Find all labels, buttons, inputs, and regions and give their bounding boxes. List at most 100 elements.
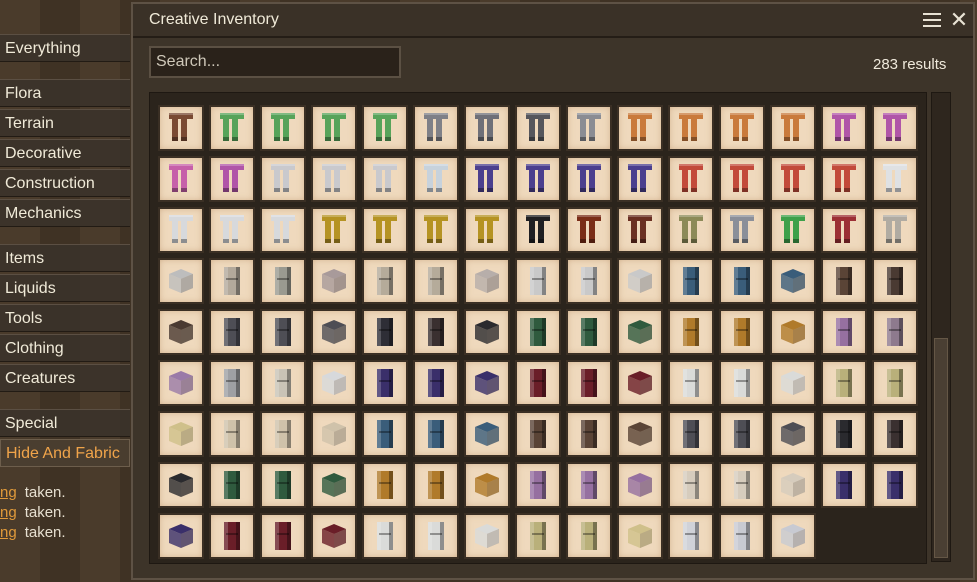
inventory-slot[interactable]: [362, 411, 408, 457]
inventory-slot[interactable]: [413, 156, 459, 202]
inventory-slot[interactable]: [158, 309, 204, 355]
inventory-slot[interactable]: [872, 309, 918, 355]
inventory-slot[interactable]: [770, 513, 816, 559]
inventory-slot[interactable]: [260, 258, 306, 304]
inventory-slot[interactable]: [668, 462, 714, 508]
search-input[interactable]: [149, 46, 401, 78]
inventory-slot[interactable]: [311, 360, 357, 406]
inventory-slot[interactable]: [566, 156, 612, 202]
inventory-slot[interactable]: [464, 462, 510, 508]
inventory-slot[interactable]: [362, 513, 408, 559]
category-flora[interactable]: Flora: [0, 79, 130, 107]
inventory-slot[interactable]: [260, 156, 306, 202]
inventory-slot[interactable]: [464, 360, 510, 406]
inventory-slot[interactable]: [515, 411, 561, 457]
inventory-slot[interactable]: [719, 360, 765, 406]
inventory-slot[interactable]: [311, 207, 357, 253]
inventory-slot[interactable]: [770, 462, 816, 508]
inventory-slot[interactable]: [158, 105, 204, 151]
inventory-slot[interactable]: [209, 105, 255, 151]
inventory-slot[interactable]: [617, 258, 663, 304]
inventory-slot[interactable]: [719, 207, 765, 253]
inventory-slot[interactable]: [311, 513, 357, 559]
inventory-slot[interactable]: [464, 207, 510, 253]
category-items[interactable]: Items: [0, 244, 130, 272]
inventory-slot[interactable]: [209, 411, 255, 457]
inventory-slot[interactable]: [719, 309, 765, 355]
inventory-slot[interactable]: [872, 105, 918, 151]
inventory-slot[interactable]: [668, 105, 714, 151]
inventory-slot[interactable]: [515, 105, 561, 151]
category-terrain[interactable]: Terrain: [0, 109, 130, 137]
inventory-slot[interactable]: [617, 309, 663, 355]
category-everything[interactable]: Everything: [0, 34, 130, 62]
inventory-slot[interactable]: [260, 513, 306, 559]
inventory-slot[interactable]: [464, 309, 510, 355]
inventory-slot[interactable]: [821, 156, 867, 202]
inventory-slot[interactable]: [668, 513, 714, 559]
inventory-slot[interactable]: [821, 411, 867, 457]
inventory-slot[interactable]: [311, 462, 357, 508]
inventory-slot[interactable]: [872, 411, 918, 457]
inventory-slot[interactable]: [260, 207, 306, 253]
inventory-slot[interactable]: [413, 105, 459, 151]
inventory-slot[interactable]: [158, 411, 204, 457]
inventory-slot[interactable]: [362, 156, 408, 202]
inventory-slot[interactable]: [617, 360, 663, 406]
category-liquids[interactable]: Liquids: [0, 274, 130, 302]
inventory-slot[interactable]: [209, 513, 255, 559]
inventory-slot[interactable]: [821, 258, 867, 304]
inventory-slot[interactable]: [872, 258, 918, 304]
inventory-slot[interactable]: [719, 156, 765, 202]
inventory-slot[interactable]: [770, 309, 816, 355]
inventory-slot[interactable]: [311, 411, 357, 457]
inventory-slot[interactable]: [566, 207, 612, 253]
inventory-slot[interactable]: [362, 309, 408, 355]
inventory-slot[interactable]: [566, 462, 612, 508]
inventory-slot[interactable]: [770, 207, 816, 253]
inventory-slot[interactable]: [413, 462, 459, 508]
category-creatures[interactable]: Creatures: [0, 364, 130, 392]
inventory-slot[interactable]: [413, 207, 459, 253]
inventory-slot[interactable]: [668, 258, 714, 304]
inventory-slot[interactable]: [872, 360, 918, 406]
inventory-slot[interactable]: [668, 360, 714, 406]
inventory-slot[interactable]: [770, 411, 816, 457]
inventory-slot[interactable]: [770, 156, 816, 202]
inventory-slot[interactable]: [821, 309, 867, 355]
inventory-slot[interactable]: [515, 309, 561, 355]
inventory-slot[interactable]: [464, 105, 510, 151]
inventory-slot[interactable]: [566, 360, 612, 406]
inventory-slot[interactable]: [566, 258, 612, 304]
category-mechanics[interactable]: Mechanics: [0, 199, 130, 227]
inventory-slot[interactable]: [464, 156, 510, 202]
inventory-slot[interactable]: [311, 309, 357, 355]
inventory-slot[interactable]: [719, 513, 765, 559]
inventory-slot[interactable]: [515, 207, 561, 253]
inventory-slot[interactable]: [413, 258, 459, 304]
inventory-slot[interactable]: [413, 513, 459, 559]
inventory-slot[interactable]: [872, 207, 918, 253]
inventory-slot[interactable]: [158, 258, 204, 304]
inventory-slot[interactable]: [158, 360, 204, 406]
inventory-slot[interactable]: [566, 309, 612, 355]
inventory-slot[interactable]: [719, 258, 765, 304]
inventory-slot[interactable]: [311, 156, 357, 202]
category-hide-and-fabric[interactable]: Hide And Fabric: [0, 439, 130, 467]
inventory-slot[interactable]: [515, 462, 561, 508]
category-clothing[interactable]: Clothing: [0, 334, 130, 362]
inventory-slot[interactable]: [515, 156, 561, 202]
inventory-slot[interactable]: [566, 411, 612, 457]
inventory-slot[interactable]: [158, 207, 204, 253]
inventory-slot[interactable]: [413, 360, 459, 406]
inventory-slot[interactable]: [209, 360, 255, 406]
inventory-slot[interactable]: [719, 411, 765, 457]
chat-player-link[interactable]: ng: [0, 484, 17, 501]
inventory-slot[interactable]: [464, 513, 510, 559]
inventory-slot[interactable]: [209, 258, 255, 304]
inventory-slot[interactable]: [617, 105, 663, 151]
inventory-slot[interactable]: [413, 411, 459, 457]
inventory-slot[interactable]: [362, 360, 408, 406]
inventory-slot[interactable]: [566, 105, 612, 151]
category-construction[interactable]: Construction: [0, 169, 130, 197]
